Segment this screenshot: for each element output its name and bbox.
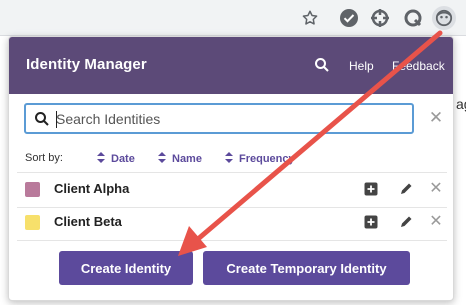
divider [17, 240, 447, 241]
sort-by-frequency[interactable]: Frequency [225, 152, 295, 165]
sort-arrows-icon [225, 152, 233, 163]
add-tab-icon[interactable] [363, 214, 379, 230]
popup-header: Identity Manager Help Feedback [9, 37, 453, 94]
search-box [24, 103, 414, 134]
delete-icon[interactable]: ✕ [428, 214, 444, 230]
help-link[interactable]: Help [349, 59, 374, 73]
clear-search-icon[interactable]: ✕ [427, 109, 445, 127]
identity-manager-popup: Identity Manager Help Feedback ✕ Sort by… [8, 36, 454, 301]
sort-option-label: Name [172, 153, 202, 165]
sort-by-name[interactable]: Name [158, 152, 202, 165]
create-identity-button[interactable]: Create Identity [59, 251, 193, 285]
identity-row[interactable]: Client Beta ✕ [9, 206, 453, 240]
popup-title: Identity Manager [26, 56, 147, 73]
identity-color-swatch [25, 215, 40, 230]
search-input[interactable] [56, 108, 406, 130]
sort-by-date[interactable]: Date [97, 152, 135, 165]
search-icon [34, 111, 50, 127]
edit-pencil-icon[interactable] [398, 181, 414, 197]
crosshair-extension-icon[interactable] [370, 8, 390, 28]
checkmark-extension-icon[interactable] [339, 8, 359, 28]
identity-color-swatch [25, 182, 40, 197]
sort-arrows-icon [158, 152, 166, 163]
header-search-icon[interactable] [314, 57, 330, 73]
text-caret [56, 111, 57, 128]
create-temporary-identity-button[interactable]: Create Temporary Identity [203, 251, 410, 285]
background-page-text: ag [456, 96, 466, 112]
sort-option-label: Date [111, 153, 135, 165]
sort-arrows-icon [97, 152, 105, 163]
star-icon[interactable] [300, 8, 320, 28]
add-tab-icon[interactable] [363, 181, 379, 197]
sort-row: Sort by: Date Name Frequency [25, 152, 445, 166]
edit-pencil-icon[interactable] [398, 214, 414, 230]
feedback-link[interactable]: Feedback [392, 59, 445, 73]
browser-toolbar [0, 0, 466, 36]
delete-icon[interactable]: ✕ [428, 181, 444, 197]
identity-name: Client Beta [54, 214, 122, 229]
identity-name: Client Alpha [54, 181, 130, 196]
sort-label: Sort by: [25, 152, 63, 164]
q-extension-icon[interactable] [403, 8, 423, 28]
identity-manager-extension-icon[interactable] [432, 6, 456, 30]
sort-option-label: Frequency [239, 153, 295, 165]
identity-row[interactable]: Client Alpha ✕ [9, 173, 453, 207]
